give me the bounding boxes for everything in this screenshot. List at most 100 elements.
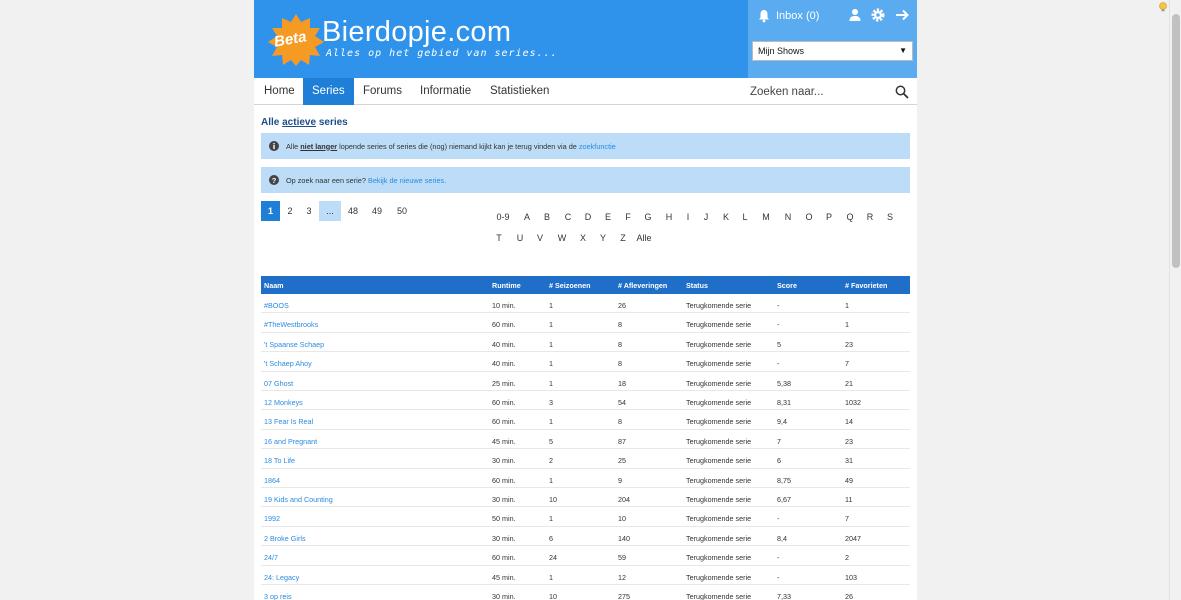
user-icon[interactable] — [848, 8, 862, 22]
table-cell: 6 — [549, 533, 553, 543]
table-cell: 60 min. — [492, 417, 516, 427]
table-cell: 8 — [618, 339, 622, 349]
logout-arrow-icon[interactable] — [894, 7, 910, 23]
letter-0-9[interactable]: 0-9 — [495, 212, 511, 222]
series-name-link[interactable]: 3 op reis — [264, 592, 292, 600]
series-name-link[interactable]: 't Spaanse Schaep — [264, 340, 324, 349]
inbox-link[interactable]: Inbox (0) — [757, 8, 819, 24]
col-status[interactable]: Status — [686, 281, 708, 290]
letter-l[interactable]: L — [738, 212, 752, 222]
letter-d[interactable]: D — [581, 212, 595, 222]
table-cell: 60 min. — [492, 398, 516, 407]
table-cell: Terugkomende serie — [686, 398, 752, 407]
table-cell: - — [777, 572, 780, 582]
letter-k[interactable]: K — [719, 212, 733, 222]
new-series-link[interactable]: Bekijk de nieuwe series. — [368, 176, 446, 185]
search-input[interactable] — [750, 83, 890, 101]
page-49[interactable]: 49 — [369, 201, 385, 221]
table-cell: 8 — [618, 359, 622, 369]
col-afleveringen[interactable]: # Afleveringen — [618, 281, 667, 290]
series-name-link[interactable]: 16 and Pregnant — [264, 437, 317, 446]
letter-g[interactable]: G — [641, 212, 655, 222]
col-score[interactable]: Score — [777, 281, 797, 290]
series-name-link[interactable]: 1864 — [264, 476, 280, 485]
search-icon[interactable] — [895, 85, 909, 99]
letter-h[interactable]: H — [662, 212, 676, 222]
letter-y[interactable]: Y — [596, 233, 610, 243]
page-ellipsis[interactable]: ... — [319, 201, 341, 221]
table-row: 1864 60 min. 1 9 Terugkomende serie 8,75 49 — [261, 469, 910, 488]
letter-c[interactable]: C — [561, 212, 575, 222]
series-name-link[interactable]: #BOOS — [264, 301, 289, 310]
scrollbar-thumb[interactable] — [1172, 14, 1180, 268]
table-cell: 1 — [845, 320, 849, 330]
letter-z[interactable]: Z — [616, 233, 630, 243]
letter-t[interactable]: T — [492, 233, 506, 243]
table-cell: 10 min. — [492, 301, 516, 310]
search-function-link[interactable]: zoekfunctie — [579, 142, 616, 151]
page-1[interactable]: 1 — [261, 201, 280, 221]
letter-w[interactable]: W — [555, 233, 569, 243]
letter-x[interactable]: X — [576, 233, 590, 243]
series-name-link[interactable]: 2 Broke Girls — [264, 534, 306, 543]
series-name-link[interactable]: 1992 — [264, 514, 280, 523]
letter-p[interactable]: P — [822, 212, 836, 222]
table-row: 't Schaep Ahoy 40 min. 1 8 Terugkomende seri… — [261, 352, 910, 372]
series-name-link[interactable]: 24: Legacy — [264, 573, 299, 582]
nav-forums[interactable]: Forums — [354, 78, 411, 105]
nav-statistieken[interactable]: Statistieken — [481, 78, 558, 105]
letter-q[interactable]: Q — [843, 212, 857, 222]
series-name-link[interactable]: 't Schaep Ahoy — [264, 359, 312, 368]
table-cell: 204 — [618, 495, 630, 504]
series-name-link[interactable]: 13 Fear Is Real — [264, 417, 313, 426]
title-prefix: Alle — [261, 117, 280, 128]
letter-alle[interactable]: Alle — [632, 233, 656, 243]
lightbulb-icon[interactable] — [1157, 1, 1169, 13]
letter-f[interactable]: F — [621, 212, 635, 222]
letter-e[interactable]: E — [601, 212, 615, 222]
letter-u[interactable]: U — [513, 233, 527, 243]
col-runtime[interactable]: Runtime — [492, 281, 521, 290]
page-2[interactable]: 2 — [283, 201, 297, 221]
table-cell: 6 — [777, 456, 781, 466]
letter-n[interactable]: N — [781, 212, 795, 222]
table-cell: 54 — [618, 398, 626, 407]
page-3[interactable]: 3 — [302, 201, 316, 221]
nav-home[interactable]: Home — [255, 78, 304, 105]
col-favorieten[interactable]: # Favorieten — [845, 281, 887, 290]
series-name-link[interactable]: 24/7 — [264, 553, 278, 562]
table-cell: 275 — [618, 592, 630, 600]
page-50[interactable]: 50 — [394, 201, 410, 221]
letter-s[interactable]: S — [883, 212, 897, 222]
series-name-link[interactable]: 07 Ghost — [264, 379, 293, 388]
letter-r[interactable]: R — [863, 212, 877, 222]
table-cell: 8,4 — [777, 533, 787, 543]
series-name-link[interactable]: #TheWestbrooks — [264, 320, 318, 329]
table-cell: 9,4 — [777, 417, 787, 427]
my-shows-select[interactable]: Mijn Shows ▼ — [752, 41, 913, 61]
letter-i[interactable]: I — [681, 212, 695, 222]
page-48[interactable]: 48 — [345, 201, 361, 221]
letter-m[interactable]: M — [759, 212, 773, 222]
table-cell: Terugkomende serie — [686, 456, 752, 466]
letter-o[interactable]: O — [802, 212, 816, 222]
col-naam[interactable]: Naam — [264, 281, 284, 290]
table-cell: 7,33 — [777, 592, 791, 600]
letter-j[interactable]: J — [699, 212, 713, 222]
series-name-link[interactable]: 18 To Life — [264, 456, 295, 465]
site-logo[interactable]: Beta Bierdopje.com Alles op het gebied v… — [268, 12, 557, 66]
letter-a[interactable]: A — [520, 212, 534, 222]
nav-series[interactable]: Series — [303, 78, 354, 105]
gear-icon[interactable] — [870, 7, 886, 23]
table-row: 07 Ghost 25 min. 1 18 Terugkomende serie 5,38… — [261, 372, 910, 391]
table-cell: 8,31 — [777, 398, 791, 407]
page-scrollbar[interactable] — [1169, 0, 1181, 600]
nav-informatie[interactable]: Informatie — [411, 78, 480, 105]
letter-v[interactable]: V — [533, 233, 547, 243]
series-name-link[interactable]: 19 Kids and Counting — [264, 495, 333, 504]
table-cell: 6,67 — [777, 495, 791, 504]
table-cell: 18 — [618, 378, 626, 388]
col-seizoenen[interactable]: # Seizoenen — [549, 281, 591, 290]
letter-b[interactable]: B — [540, 212, 554, 222]
series-name-link[interactable]: 12 Monkeys — [264, 398, 303, 407]
